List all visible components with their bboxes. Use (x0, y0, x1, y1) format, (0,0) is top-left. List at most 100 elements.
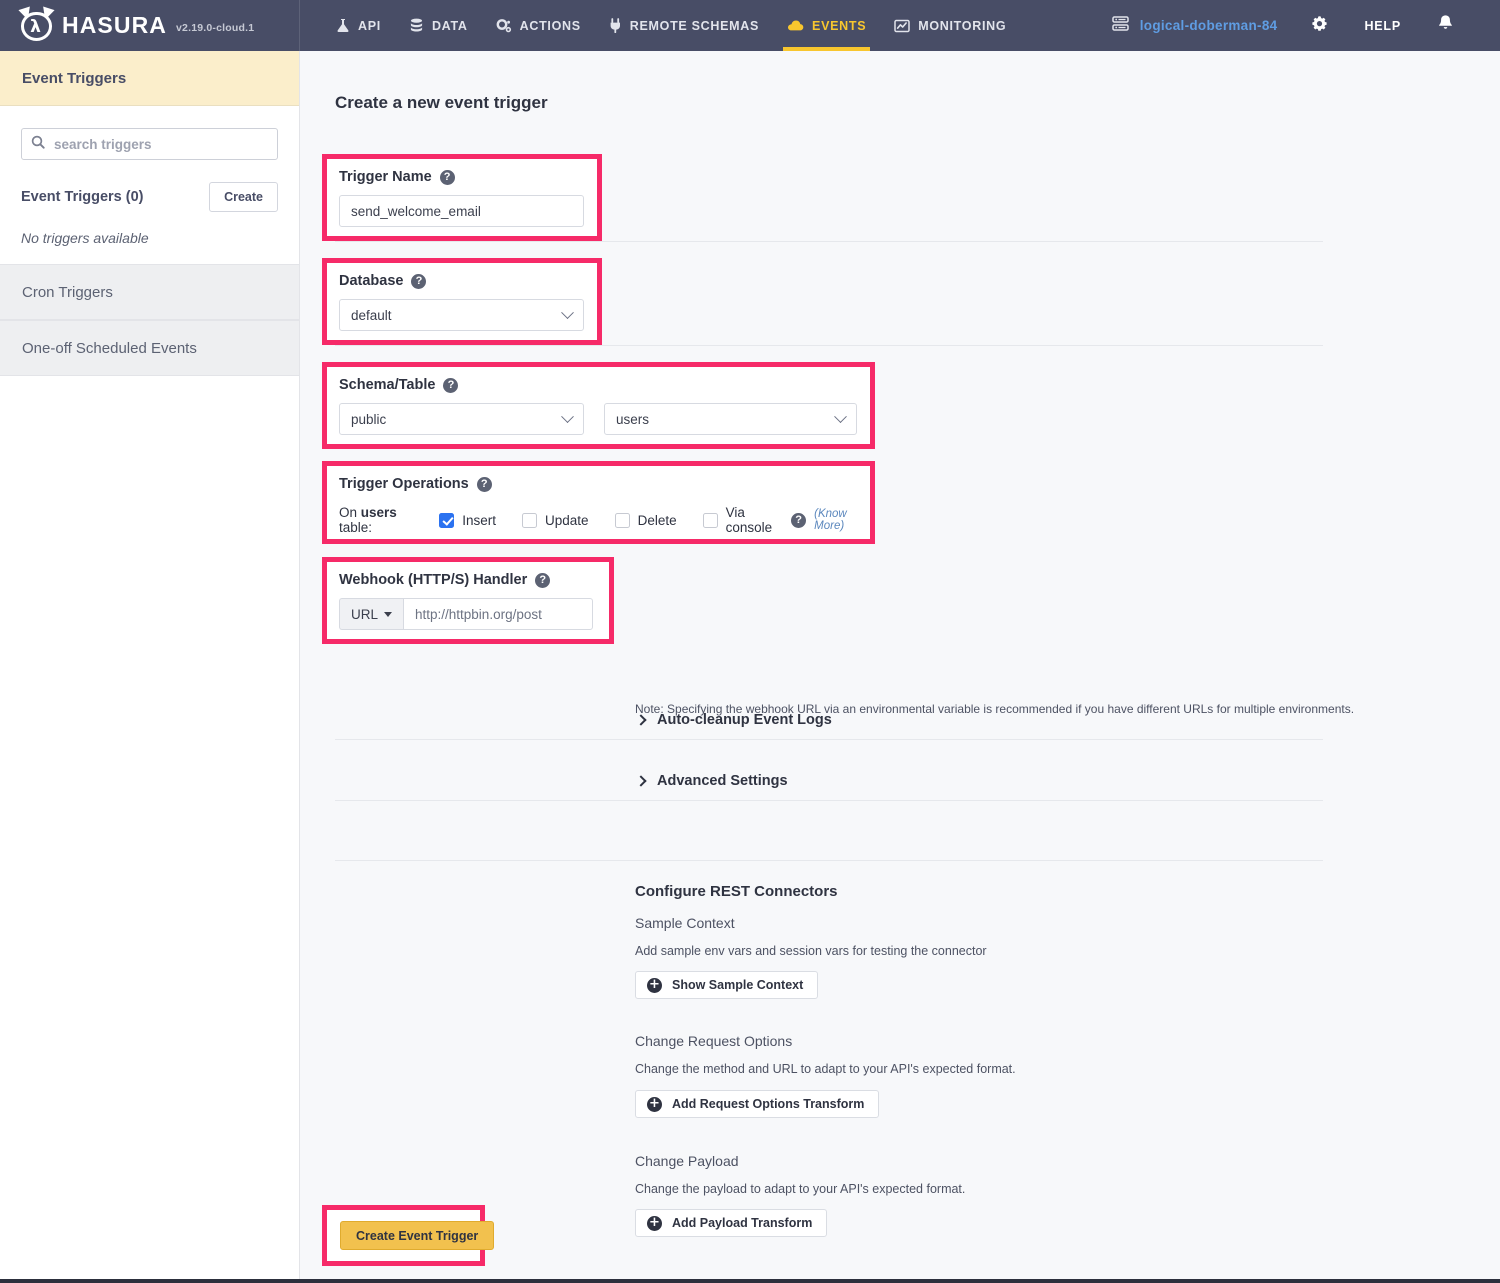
button-label: Show Sample Context (672, 978, 803, 992)
operations-table-name: users (361, 505, 397, 520)
triggers-count-row: Event Triggers (0) Create (21, 182, 278, 212)
search-triggers-field[interactable] (21, 128, 278, 160)
page-title: Create a new event trigger (335, 93, 548, 113)
sidebar-item-label: Cron Triggers (22, 284, 113, 301)
project-selector[interactable]: logical-doberman-84 (1095, 14, 1294, 38)
schema-select[interactable]: public (339, 403, 584, 435)
sample-context-description: Add sample env vars and session vars for… (635, 944, 987, 958)
brand-version: v2.19.0-cloud.1 (176, 17, 254, 34)
help-tooltip-icon[interactable]: ? (791, 513, 806, 528)
sample-context-heading: Sample Context (635, 915, 735, 931)
know-more-link[interactable]: (Know More) (814, 508, 870, 532)
sidebar-empty-space (0, 376, 299, 1256)
database-highlight: Database ? default (322, 258, 602, 345)
brand-logo[interactable]: λ HASURA v2.19.0-cloud.1 (0, 0, 300, 51)
update-checkbox[interactable] (522, 513, 537, 528)
nav-right-group: logical-doberman-84 HELP (1095, 0, 1500, 51)
schema-table-highlight: Schema/Table ? public users (322, 362, 875, 449)
accordion-label: Auto-cleanup Event Logs (657, 712, 832, 728)
notifications-button[interactable] (1419, 0, 1472, 51)
gear-icon (1311, 15, 1328, 37)
help-tooltip-icon[interactable]: ? (443, 378, 458, 393)
help-tooltip-icon[interactable]: ? (535, 573, 550, 588)
sidebar-item-one-off-scheduled-events[interactable]: One-off Scheduled Events (0, 320, 299, 376)
accordion-auto-cleanup-event-logs[interactable]: Auto-cleanup Event Logs (635, 712, 832, 728)
trigger-name-input[interactable]: send_welcome_email (339, 195, 584, 227)
plug-icon (609, 18, 622, 33)
settings-button[interactable] (1293, 0, 1346, 51)
show-sample-context-button[interactable]: + Show Sample Context (635, 971, 818, 999)
plus-circle-icon: + (647, 1097, 662, 1112)
sidebar-body: Event Triggers (0) Create No triggers av… (0, 106, 299, 264)
operation-delete[interactable]: Delete (615, 513, 677, 528)
chevron-right-icon (635, 714, 646, 725)
change-payload-description: Change the payload to adapt to your API'… (635, 1182, 965, 1196)
trigger-operations-label: Trigger Operations ? (339, 476, 870, 492)
nav-item-monitoring[interactable]: MONITORING (880, 0, 1020, 51)
table-select[interactable]: users (604, 403, 857, 435)
nav-label: EVENTS (812, 19, 866, 33)
nav-label: API (358, 19, 381, 33)
add-request-options-transform-button[interactable]: + Add Request Options Transform (635, 1090, 879, 1118)
section-divider (335, 860, 1323, 861)
help-button[interactable]: HELP (1346, 0, 1419, 51)
button-label: Add Request Options Transform (672, 1097, 864, 1111)
cloud-icon (787, 19, 804, 32)
trigger-operations-row: On users table: Insert Update Delete (339, 505, 870, 535)
nav-label: MONITORING (918, 19, 1006, 33)
help-tooltip-icon[interactable]: ? (477, 477, 492, 492)
nav-item-api[interactable]: API (322, 0, 395, 51)
flask-icon (336, 18, 350, 33)
database-select[interactable]: default (339, 299, 584, 331)
operation-via-console[interactable]: Via console (703, 505, 782, 535)
search-input[interactable] (52, 136, 252, 153)
nav-label: ACTIONS (520, 19, 581, 33)
sidebar-header: Event Triggers (0, 51, 299, 106)
insert-checkbox[interactable] (439, 513, 454, 528)
change-request-options-heading: Change Request Options (635, 1033, 792, 1049)
sidebar-item-label: One-off Scheduled Events (22, 340, 197, 357)
operation-update[interactable]: Update (522, 513, 589, 528)
change-payload-heading: Change Payload (635, 1153, 739, 1169)
trigger-operations-highlight: Trigger Operations ? On users table: Ins… (322, 461, 875, 544)
webhook-label: Webhook (HTTP/S) Handler ? (339, 572, 609, 588)
top-navigation-bar: λ HASURA v2.19.0-cloud.1 API DATA ACTION… (0, 0, 1500, 51)
section-divider (335, 739, 1323, 740)
operation-insert[interactable]: Insert (439, 513, 496, 528)
nav-label: DATA (432, 19, 468, 33)
accordion-advanced-settings[interactable]: Advanced Settings (635, 773, 788, 789)
change-request-options-description: Change the method and URL to adapt to yo… (635, 1062, 1016, 1076)
brand-name: HASURA (62, 12, 167, 39)
nav-item-actions[interactable]: ACTIONS (482, 0, 595, 51)
triggers-count-label: Event Triggers (0) (21, 189, 143, 205)
nav-item-events[interactable]: EVENTS (773, 0, 880, 51)
accordion-label: Advanced Settings (657, 773, 788, 789)
project-name: logical-doberman-84 (1140, 18, 1278, 33)
database-icon (409, 18, 424, 33)
caret-down-icon (384, 612, 392, 617)
search-icon (31, 135, 45, 154)
no-triggers-message: No triggers available (21, 230, 278, 246)
chevron-down-icon (834, 410, 847, 423)
trigger-name-highlight: Trigger Name ? send_welcome_email (322, 154, 602, 241)
main-nav-items: API DATA ACTIONS REMOTE SCHEMAS EVENTS (322, 0, 1020, 51)
create-event-trigger-button[interactable]: Create Event Trigger (340, 1221, 494, 1250)
webhook-url-input[interactable]: http://httpbin.org/post (403, 598, 593, 630)
help-tooltip-icon[interactable]: ? (411, 274, 426, 289)
sidebar: Event Triggers Event Triggers (0) Create… (0, 51, 300, 1279)
nav-item-data[interactable]: DATA (395, 0, 482, 51)
create-trigger-sidebar-button[interactable]: Create (209, 182, 278, 212)
chevron-down-icon (561, 306, 574, 319)
add-payload-transform-button[interactable]: + Add Payload Transform (635, 1209, 827, 1237)
bell-icon (1437, 14, 1454, 37)
webhook-mode-dropdown[interactable]: URL (339, 598, 403, 630)
sidebar-item-cron-triggers[interactable]: Cron Triggers (0, 264, 299, 320)
nav-item-remote-schemas[interactable]: REMOTE SCHEMAS (595, 0, 773, 51)
trigger-name-label: Trigger Name ? (339, 169, 597, 185)
help-tooltip-icon[interactable]: ? (440, 170, 455, 185)
button-label: Add Payload Transform (672, 1216, 812, 1230)
webhook-handler-highlight: Webhook (HTTP/S) Handler ? URL http://ht… (322, 557, 614, 644)
delete-checkbox[interactable] (615, 513, 630, 528)
via-console-checkbox[interactable] (703, 513, 718, 528)
section-divider (335, 241, 1323, 242)
